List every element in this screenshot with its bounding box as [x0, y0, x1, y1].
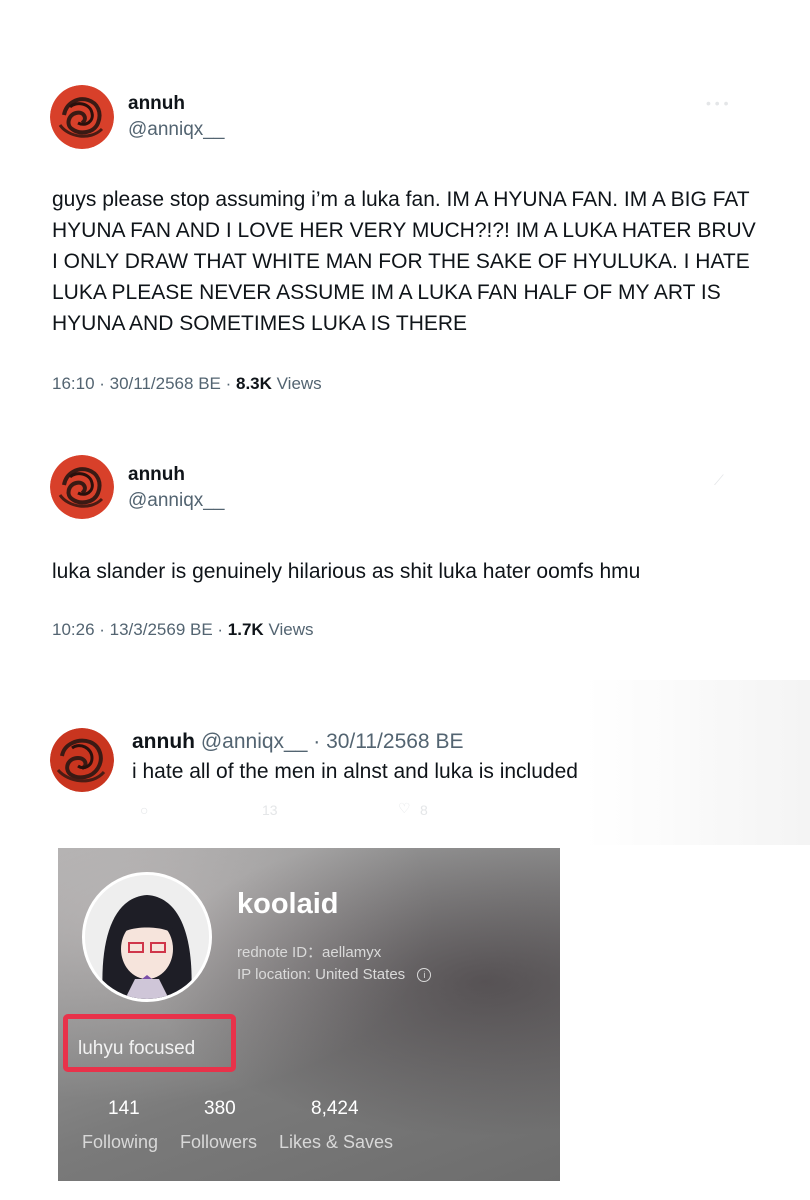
avatar[interactable] — [50, 455, 114, 519]
rednote-avatar[interactable] — [82, 872, 212, 1002]
tweet-views-count: 8.3K — [235, 374, 272, 393]
tweet-time-date: 16:10 · 30/11/2568 BE · — [52, 374, 236, 393]
tweet-views-label: Views — [271, 374, 322, 393]
stat-following-count[interactable]: 141 — [108, 1098, 140, 1120]
reply-icon[interactable]: ○ — [140, 802, 148, 818]
rednote-id: rednote ID：aellamyx — [237, 944, 382, 961]
tweet-author-name[interactable]: annuh — [128, 464, 185, 486]
grok-icon[interactable]: ⟋ — [714, 472, 724, 489]
rednote-username: koolaid — [237, 888, 339, 920]
rednote-ip-text: IP location: United States — [237, 966, 406, 983]
reply-screenshot-background — [585, 680, 810, 845]
tweet-text: luka slander is genuinely hilarious as s… — [52, 560, 641, 583]
reply-header: annuh @anniqx__ · 30/11/2568 BE — [132, 730, 463, 754]
stat-followers-label[interactable]: Followers — [180, 1132, 257, 1153]
tweet-time-date: 10:26 · 13/3/2569 BE · — [52, 620, 228, 639]
stat-likes-count[interactable]: 8,424 — [311, 1098, 359, 1120]
stat-likes-label[interactable]: Likes & Saves — [279, 1132, 393, 1153]
like-icon[interactable]: ♡ — [398, 800, 411, 817]
tweet-meta: 16:10 · 30/11/2568 BE · 8.3K Views — [52, 374, 322, 394]
tweet-views-count: 1.7K — [227, 620, 264, 639]
avatar[interactable] — [50, 85, 114, 149]
tweet-author-handle[interactable]: @anniqx__ — [128, 119, 224, 141]
rednote-ip-location: IP location: United States i — [237, 966, 432, 983]
reply-handle-date[interactable]: @anniqx__ · 30/11/2568 BE — [201, 730, 464, 753]
tweet-meta: 10:26 · 13/3/2569 BE · 1.7K Views — [52, 620, 313, 640]
tweet-text: guys please stop assuming i’m a luka fan… — [52, 188, 756, 335]
tweet-views-label: Views — [263, 620, 314, 639]
stat-followers-count[interactable]: 380 — [204, 1098, 236, 1120]
tweet-author-handle[interactable]: @anniqx__ — [128, 490, 224, 512]
stat-following-label[interactable]: Following — [82, 1132, 158, 1153]
rednote-profile-card: koolaid rednote ID：aellamyx IP location:… — [58, 848, 560, 1181]
like-count[interactable]: 8 — [420, 802, 428, 818]
reply-author-name[interactable]: annuh — [132, 730, 195, 753]
reply-text: i hate all of the men in alnst and luka … — [132, 760, 578, 783]
rednote-bio: luhyu focused — [78, 1038, 196, 1059]
retweet-count[interactable]: 13 — [262, 802, 278, 818]
info-circle-icon[interactable]: i — [417, 968, 432, 983]
more-icon[interactable]: • • • — [706, 95, 728, 111]
tweet-author-name[interactable]: annuh — [128, 93, 185, 115]
avatar[interactable] — [50, 728, 114, 792]
